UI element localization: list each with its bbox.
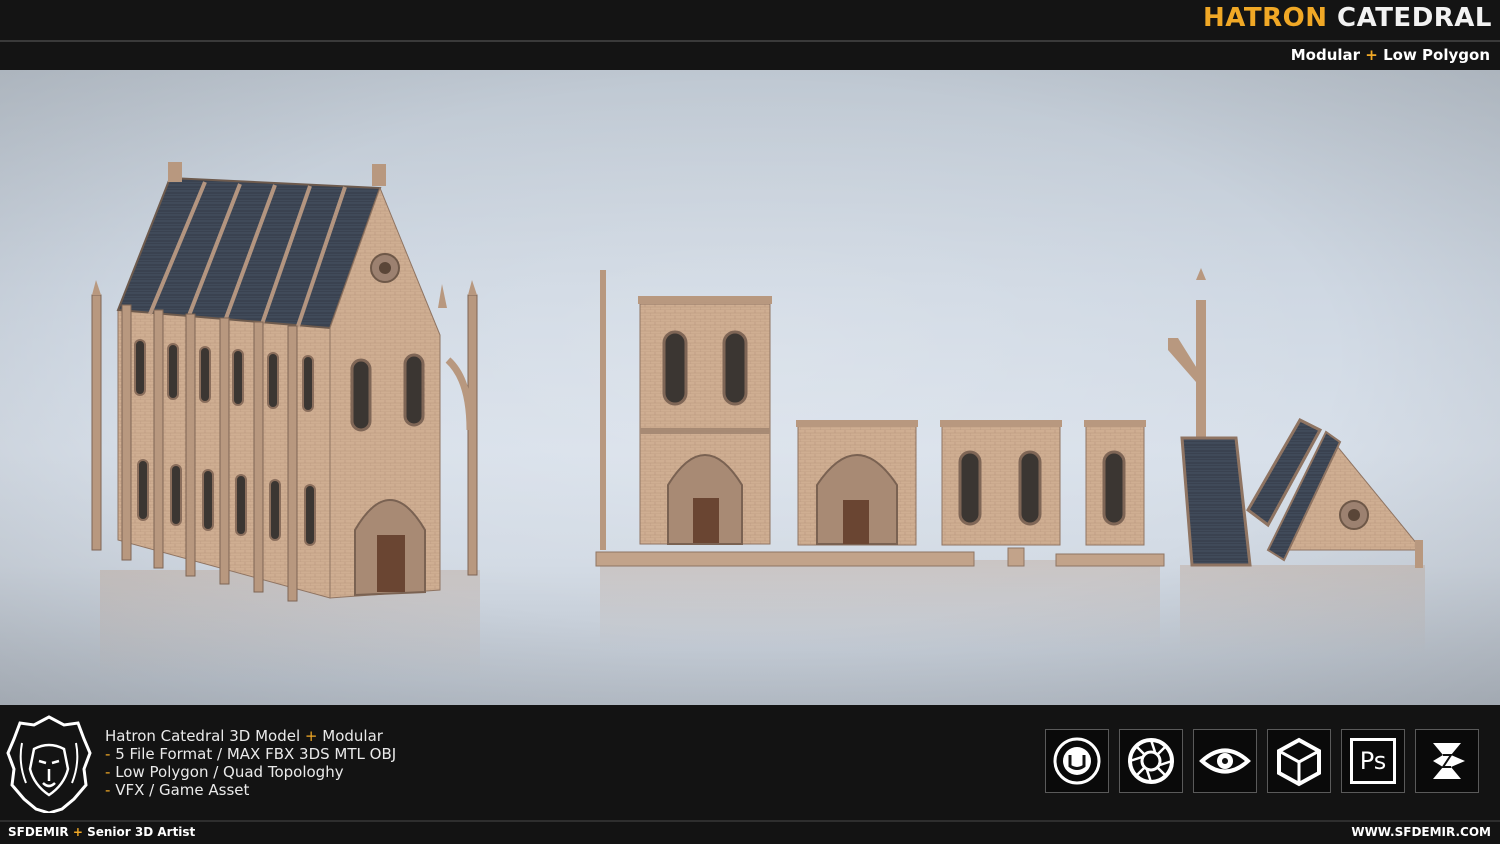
cathedral-model <box>91 162 478 602</box>
title-rest: CATEDRAL <box>1337 3 1492 33</box>
subtitle-low-polygon: Low Polygon <box>1383 46 1490 64</box>
3ds-max-icon <box>1415 729 1479 793</box>
bullet-dash: - <box>105 763 111 781</box>
keyshot-icon <box>1119 729 1183 793</box>
bullet-dash: - <box>105 781 111 799</box>
bullet-dash: - <box>105 745 111 763</box>
subtitle-plus: + <box>1365 46 1378 64</box>
photoshop-icon: Ps <box>1341 729 1405 793</box>
tower-module <box>600 270 772 550</box>
unity-icon <box>1267 729 1331 793</box>
unreal-engine-icon <box>1045 729 1109 793</box>
description-line-1: Hatron Catedral 3D Model + Modular <box>105 727 396 745</box>
author-name: SFDEMIR <box>8 825 69 839</box>
footer-divider <box>0 820 1500 822</box>
asset-type: VFX / Game Asset <box>115 781 250 799</box>
footer-panel: Hatron Catedral 3D Model + Modular - 5 F… <box>0 705 1500 844</box>
description-plus: + <box>304 727 318 745</box>
narrow-wall-module <box>1084 420 1146 546</box>
software-icon-row: Ps <box>1045 729 1479 795</box>
description-line-4: - VFX / Game Asset <box>105 781 396 799</box>
file-formats: 5 File Format / MAX FBX 3DS MTL OBJ <box>115 745 397 763</box>
website-link[interactable]: WWW.SFDEMIR.COM <box>1351 825 1491 839</box>
title-highlight: HATRON <box>1202 3 1328 33</box>
buttress-module <box>1168 268 1206 440</box>
topology-info: Low Polygon / Quad Topologhy <box>115 763 344 781</box>
page-subtitle: Modular + Low Polygon <box>1291 46 1490 64</box>
header-bar: HATRON CATEDRAL Modular + Low Polygon <box>0 0 1500 70</box>
render-scene <box>0 70 1500 705</box>
model-description: Hatron Catedral 3D Model + Modular - 5 F… <box>105 727 396 799</box>
author-credit: SFDEMIR + Senior 3D Artist <box>8 825 195 839</box>
cathedral-render <box>91 162 1425 680</box>
lion-logo-icon <box>6 715 92 813</box>
roof-modules <box>1180 418 1424 568</box>
eye-viewer-icon <box>1193 729 1257 793</box>
subtitle-modular: Modular <box>1290 46 1361 64</box>
description-line-2: - 5 File Format / MAX FBX 3DS MTL OBJ <box>105 745 396 763</box>
photoshop-label: Ps <box>1350 738 1396 784</box>
description-modular: Modular <box>322 727 383 745</box>
page-title: HATRON CATEDRAL <box>1203 3 1492 33</box>
portal-wall-module <box>796 420 918 546</box>
header-divider <box>0 40 1500 42</box>
author-role: Senior 3D Artist <box>87 825 196 839</box>
description-line-3: - Low Polygon / Quad Topologhy <box>105 763 396 781</box>
window-wall-module <box>940 420 1062 546</box>
description-title: Hatron Catedral 3D Model <box>105 727 301 745</box>
low-wall-modules <box>595 547 1165 567</box>
author-plus: + <box>72 825 83 839</box>
